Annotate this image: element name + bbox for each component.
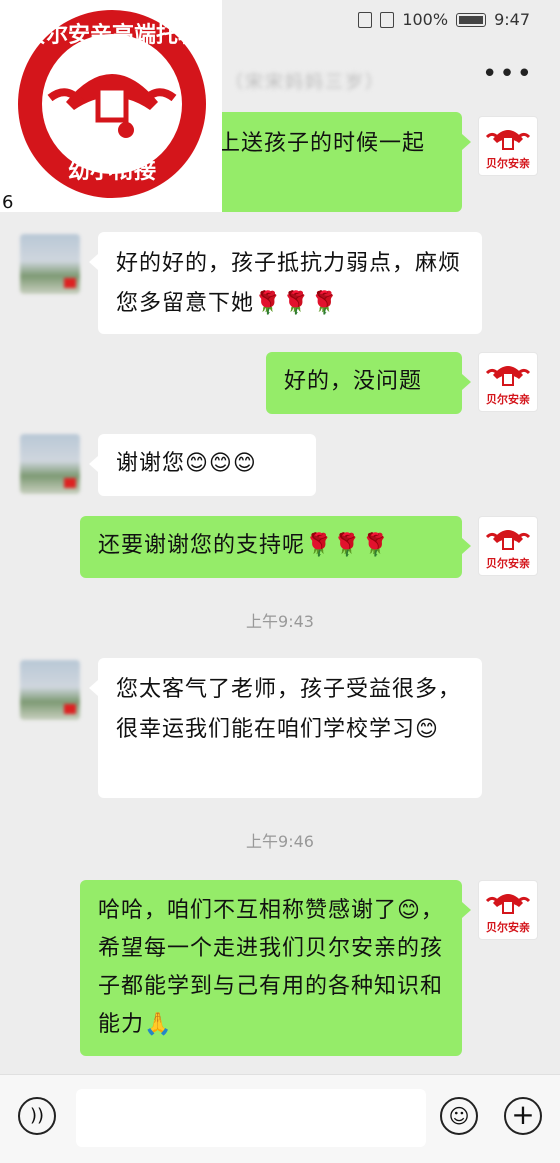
- emoji-icon[interactable]: ☺: [440, 1097, 478, 1135]
- avatar-self[interactable]: 贝尔安亲: [478, 880, 538, 940]
- more-dots-icon[interactable]: •••: [482, 61, 534, 87]
- logo-overlay: 贝尔安亲高端托辅 幼小衔接 6: [0, 0, 222, 213]
- avatar-other[interactable]: [20, 434, 80, 494]
- avatar-self[interactable]: 贝尔安亲: [478, 116, 538, 176]
- message-input[interactable]: [76, 1089, 426, 1147]
- message-bubble-self[interactable]: 哈哈，咱们不互相称赞感谢了😊，希望每一个走进我们贝尔安亲的孩子都能学到与己有用的…: [80, 880, 471, 1056]
- avatar-self[interactable]: 贝尔安亲: [478, 516, 538, 576]
- logo-number: 6: [2, 192, 14, 213]
- bell-logo-icon: 贝尔安亲: [485, 366, 531, 406]
- svg-text:贝尔安亲: 贝尔安亲: [486, 156, 530, 170]
- vibrate-icon: [380, 11, 395, 28]
- bell-logo-icon: 贝尔安亲: [485, 530, 531, 570]
- avatar-other[interactable]: [20, 234, 80, 294]
- avatar-self[interactable]: 贝尔安亲: [478, 352, 538, 412]
- message-bubble-other[interactable]: 谢谢您😊😊😊: [89, 434, 316, 496]
- battery-icon: [456, 12, 487, 27]
- seal-logo-icon: 贝尔安亲高端托辅 幼小衔接: [18, 10, 206, 198]
- nfc-icon: [358, 11, 373, 28]
- clock: 9:47: [494, 10, 530, 29]
- chat-title: （宋宋妈妈三岁）: [225, 72, 385, 93]
- svg-text:贝尔安亲: 贝尔安亲: [486, 920, 530, 934]
- status-indicators: 100% 9:47: [358, 10, 530, 29]
- svg-text:幼小衔接: 幼小衔接: [68, 158, 156, 184]
- message-bubble-self[interactable]: 好的，没问题: [266, 352, 471, 414]
- input-bar: )) ☺ +: [0, 1074, 560, 1163]
- voice-icon[interactable]: )): [18, 1097, 56, 1135]
- message-bubble-other[interactable]: 您太客气了老师，孩子受益很多，很幸运我们能在咱们学校学习😊: [89, 658, 482, 798]
- battery-percent: 100%: [402, 10, 449, 29]
- plus-icon[interactable]: +: [504, 1097, 542, 1135]
- svg-text:贝尔安亲: 贝尔安亲: [486, 556, 530, 570]
- bell-logo-icon: 贝尔安亲: [485, 130, 531, 170]
- svg-text:贝尔安亲: 贝尔安亲: [486, 392, 530, 406]
- avatar-other[interactable]: [20, 660, 80, 720]
- message-bubble-self[interactable]: 上送孩子的时候一起: [200, 112, 471, 212]
- timestamp: 上午9:46: [246, 832, 314, 851]
- timestamp: 上午9:43: [246, 612, 314, 631]
- message-bubble-other[interactable]: 好的好的，孩子抵抗力弱点，麻烦您多留意下她🌹🌹🌹: [89, 232, 482, 334]
- bell-logo-icon: 贝尔安亲: [485, 894, 531, 934]
- svg-text:贝尔安亲高端托辅: 贝尔安亲高端托辅: [24, 22, 200, 48]
- message-bubble-self[interactable]: 还要谢谢您的支持呢🌹🌹🌹: [80, 516, 471, 578]
